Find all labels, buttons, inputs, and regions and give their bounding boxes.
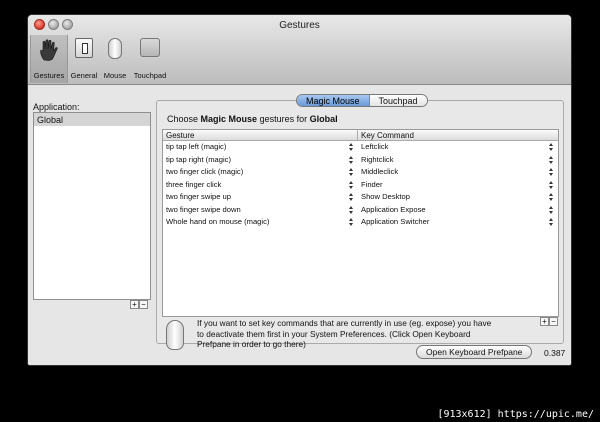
table-header: Gesture Key Command xyxy=(163,130,558,141)
gesture-cell[interactable]: two finger swipe down xyxy=(163,204,358,217)
gesture-cell[interactable]: tip tap left (magic) xyxy=(163,141,358,154)
gesture-text: two finger click (magic) xyxy=(166,167,244,176)
updown-arrows-icon[interactable] xyxy=(349,205,354,214)
table-row[interactable]: two finger swipe up Show Desktop xyxy=(163,191,558,204)
segment-magic-mouse[interactable]: Magic Mouse xyxy=(297,95,369,106)
gesture-text: tip tap left (magic) xyxy=(166,142,227,151)
choose-device: Magic Mouse xyxy=(200,114,258,124)
command-text: Leftclick xyxy=(361,142,389,151)
choose-heading: Choose Magic Mouse gestures for Global xyxy=(167,114,338,124)
gesture-text: tip tap right (magic) xyxy=(166,154,231,164)
general-icon xyxy=(75,38,93,58)
segment-touchpad[interactable]: Touchpad xyxy=(368,95,427,106)
command-text: Show Desktop xyxy=(361,192,410,201)
open-keyboard-prefpane-button[interactable]: Open Keyboard Prefpane xyxy=(416,345,533,359)
column-header-key-command[interactable]: Key Command xyxy=(358,130,414,140)
mouse-icon xyxy=(108,38,122,59)
command-text: Application Switcher xyxy=(361,217,430,226)
updown-arrows-icon[interactable] xyxy=(349,143,354,151)
table-row[interactable]: tip tap right (magic) Rightclick xyxy=(163,154,558,167)
table-row[interactable]: two finger swipe down Application Expose xyxy=(163,204,558,217)
table-row[interactable]: three finger click Finder xyxy=(163,179,558,192)
window-title: Gestures xyxy=(279,20,320,31)
toolbar-label-mouse: Mouse xyxy=(103,71,127,80)
command-text: Finder xyxy=(361,179,383,189)
toolbar-item-gestures[interactable]: Gestures xyxy=(30,35,68,83)
gesture-text: two finger swipe down xyxy=(166,204,241,214)
gesture-text: two finger swipe up xyxy=(166,192,232,201)
toolbar-item-general[interactable]: General xyxy=(69,35,99,83)
command-cell[interactable]: Rightclick xyxy=(358,154,558,167)
updown-arrows-icon[interactable] xyxy=(549,193,554,201)
updown-arrows-icon[interactable] xyxy=(549,155,554,164)
device-segmented-control: Magic Mouse Touchpad xyxy=(296,94,428,107)
application-list[interactable]: Global xyxy=(33,112,151,300)
choose-prefix: Choose xyxy=(167,114,199,124)
gesture-text: three finger click xyxy=(166,179,222,189)
content-area: Application: Global + − Choose Magic Mou… xyxy=(28,86,571,365)
toolbar-item-touchpad[interactable]: Touchpad xyxy=(131,35,169,83)
hand-icon xyxy=(40,39,58,61)
command-text: Application Expose xyxy=(361,204,426,214)
application-label: Application: xyxy=(33,102,80,112)
command-cell[interactable]: Application Expose xyxy=(358,204,558,217)
command-text: Rightclick xyxy=(361,154,394,164)
preferences-window: Gestures Gestures General Mouse Touchpad… xyxy=(28,15,571,365)
command-text: Middleclick xyxy=(361,167,399,176)
table-row[interactable]: Whole hand on mouse (magic) Application … xyxy=(163,216,558,229)
command-cell[interactable]: Middleclick xyxy=(358,166,558,179)
command-cell[interactable]: Leftclick xyxy=(358,141,558,154)
updown-arrows-icon[interactable] xyxy=(549,205,554,214)
choose-mid: gestures for xyxy=(259,114,308,124)
toolbar-item-mouse[interactable]: Mouse xyxy=(100,35,130,83)
titlebar: Gestures Gestures General Mouse Touchpad xyxy=(28,15,571,85)
column-header-gesture[interactable]: Gesture xyxy=(163,130,358,140)
gesture-cell[interactable]: tip tap right (magic) xyxy=(163,154,358,167)
updown-arrows-icon[interactable] xyxy=(349,180,354,189)
updown-arrows-icon[interactable] xyxy=(349,193,354,201)
gesture-cell[interactable]: Whole hand on mouse (magic) xyxy=(163,216,358,229)
updown-arrows-icon[interactable] xyxy=(549,143,554,151)
version-label: 0.387 xyxy=(544,348,566,358)
touchpad-icon xyxy=(140,38,160,57)
command-cell[interactable]: Application Switcher xyxy=(358,216,558,229)
command-cell[interactable]: Finder xyxy=(358,179,558,192)
updown-arrows-icon[interactable] xyxy=(349,168,354,176)
table-row[interactable]: two finger click (magic) Middleclick xyxy=(163,166,558,179)
table-row[interactable]: tip tap left (magic) Leftclick xyxy=(163,141,558,154)
gesture-cell[interactable]: two finger click (magic) xyxy=(163,166,358,179)
gesture-cell[interactable]: two finger swipe up xyxy=(163,191,358,204)
toolbar-label-touchpad: Touchpad xyxy=(133,71,167,80)
updown-arrows-icon[interactable] xyxy=(549,218,554,226)
remove-application-button[interactable]: − xyxy=(139,300,148,309)
application-add-remove: + − xyxy=(130,300,148,309)
remove-gesture-button[interactable]: − xyxy=(549,317,558,326)
magic-mouse-icon xyxy=(166,320,184,350)
gesture-text: Whole hand on mouse (magic) xyxy=(166,217,270,226)
updown-arrows-icon[interactable] xyxy=(349,155,354,164)
add-gesture-button[interactable]: + xyxy=(540,317,549,326)
updown-arrows-icon[interactable] xyxy=(549,168,554,176)
gesture-add-remove: + − xyxy=(540,317,558,326)
updown-arrows-icon[interactable] xyxy=(549,180,554,189)
image-caption: [913x612] https://upic.me/ xyxy=(437,409,594,420)
gesture-cell[interactable]: three finger click xyxy=(163,179,358,192)
application-item-global[interactable]: Global xyxy=(34,113,150,126)
toolbar-label-gestures: Gestures xyxy=(33,71,65,80)
command-cell[interactable]: Show Desktop xyxy=(358,191,558,204)
choose-app: Global xyxy=(309,114,338,124)
toolbar-label-general: General xyxy=(70,71,98,80)
gesture-panel: Choose Magic Mouse gestures for Global G… xyxy=(156,100,564,350)
gesture-table[interactable]: Gesture Key Command tip tap left (magic)… xyxy=(162,129,559,317)
add-application-button[interactable]: + xyxy=(130,300,139,309)
updown-arrows-icon[interactable] xyxy=(349,218,354,226)
